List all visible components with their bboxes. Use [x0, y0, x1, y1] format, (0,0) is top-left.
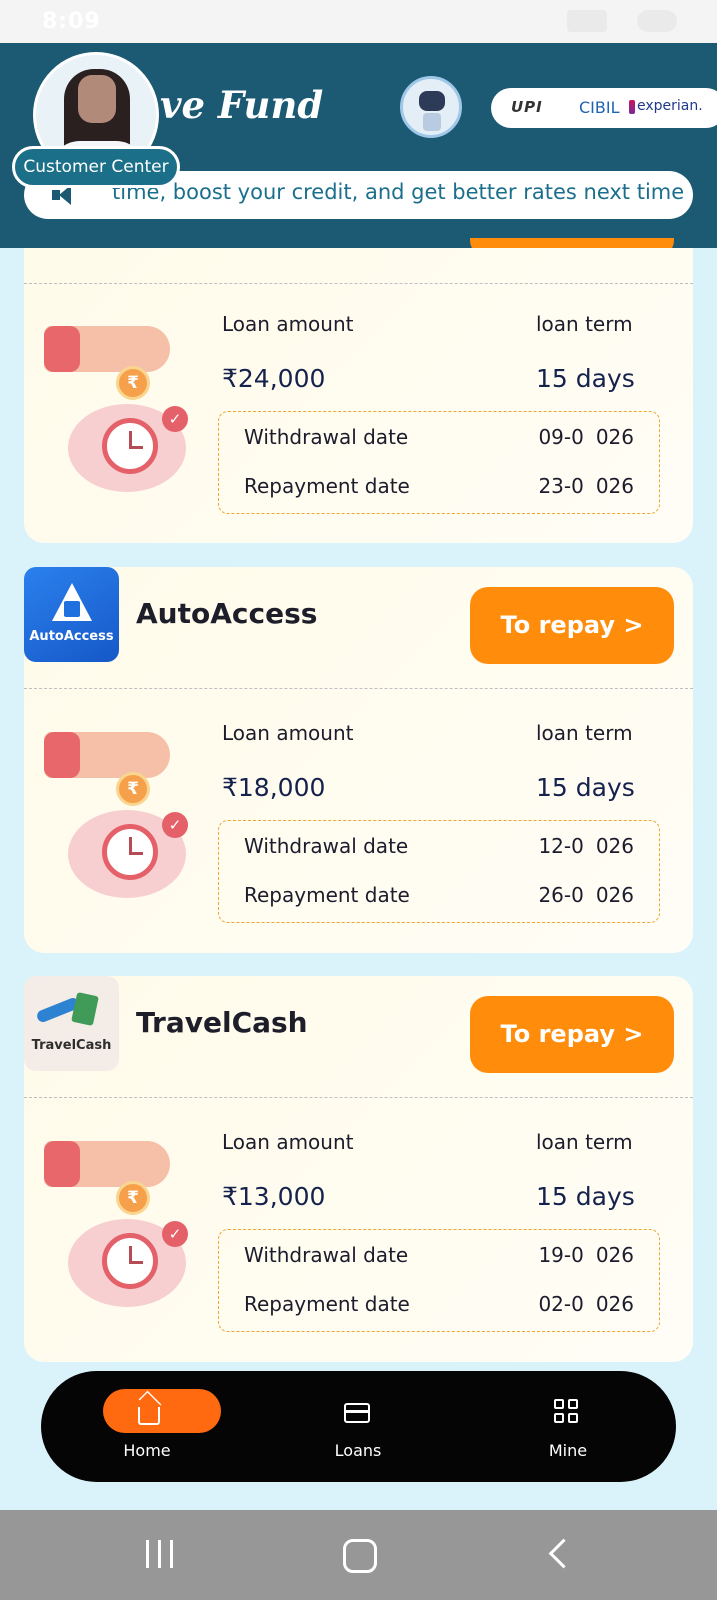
autoaccess-mark-icon — [46, 581, 98, 625]
withdrawal-date-label: Withdrawal date — [244, 425, 409, 449]
status-icons — [567, 10, 677, 32]
nav-label-home: Home — [123, 1441, 171, 1460]
loan-amount-value: ₹13,000 — [222, 1182, 326, 1211]
card-divider — [24, 283, 693, 284]
check-icon: ✓ — [162, 812, 188, 838]
clock-icon — [102, 824, 158, 880]
loan-term-label: loan term — [536, 721, 633, 745]
home-icon — [138, 1407, 160, 1425]
cibil-logo: CIBIL — [579, 98, 620, 117]
loan-amount-label: Loan amount — [222, 1130, 354, 1154]
recents-button[interactable] — [115, 1510, 205, 1600]
robot-assistant-icon[interactable] — [400, 76, 462, 138]
piggy-bank-illustration: ₹ ✓ — [44, 732, 204, 902]
system-navigation-bar — [0, 1510, 717, 1600]
loan-term-value: 15 days — [536, 773, 635, 802]
marquee-text: time, boost your credit, and get better … — [112, 180, 685, 204]
card-header: AutoAccess AutoAccess To repay > — [24, 567, 693, 689]
withdrawal-date-label: Withdrawal date — [244, 1243, 409, 1267]
loan-card: ₹ ✓ Loan amount loan term ₹24,000 15 day… — [24, 248, 693, 543]
loan-term-label: loan term — [536, 312, 633, 336]
withdrawal-date-value: 12-0 026 — [538, 834, 634, 858]
piggy-bank-illustration: ₹ ✓ — [44, 1141, 204, 1311]
partner-logos: UPI CIBIL experian. — [491, 88, 717, 128]
nav-item-loans[interactable]: Loans — [268, 1371, 448, 1482]
lender-name: TravelCash — [136, 1006, 308, 1039]
loan-amount-value: ₹24,000 — [222, 364, 326, 393]
check-icon: ✓ — [162, 1221, 188, 1247]
back-button[interactable] — [513, 1510, 603, 1600]
repayment-date-label: Repayment date — [244, 883, 410, 907]
plane-money-icon — [36, 994, 106, 1034]
piggy-bank-illustration: ₹ ✓ — [44, 326, 204, 496]
upi-logo: UPI — [511, 98, 543, 116]
withdrawal-date-value: 19-0 026 — [538, 1243, 634, 1267]
clock-icon — [102, 418, 158, 474]
lender-name: AutoAccess — [136, 597, 318, 630]
bottom-navigation: Home Loans Mine — [41, 1371, 676, 1482]
nav-item-mine[interactable]: Mine — [478, 1371, 658, 1482]
battery-icon — [637, 10, 677, 32]
loan-term-value: 15 days — [536, 1182, 635, 1211]
hand-graphic — [44, 732, 170, 778]
dates-box: Withdrawal date 19-0 026 Repayment date … — [218, 1229, 660, 1332]
check-icon: ✓ — [162, 406, 188, 432]
loan-card: TravelCash TravelCash To repay > ₹ ✓ Loa… — [24, 976, 693, 1362]
card-icon — [344, 1403, 370, 1423]
repay-button[interactable]: To repay > — [470, 996, 674, 1073]
signal-icon — [567, 10, 607, 32]
loan-amount-label: Loan amount — [222, 312, 354, 336]
rupee-coin-icon: ₹ — [116, 1181, 150, 1215]
speaker-icon — [52, 185, 74, 205]
hand-graphic — [44, 1141, 170, 1187]
status-bar: 8:09 — [0, 0, 717, 43]
loan-card: AutoAccess AutoAccess To repay > ₹ ✓ Loa… — [24, 567, 693, 953]
grid-icon — [554, 1399, 580, 1425]
app-title: ve Fund — [160, 83, 324, 127]
status-time: 8:09 — [42, 9, 101, 34]
repayment-date-value: 23-0 026 — [538, 474, 634, 498]
withdrawal-date-value: 09-0 026 — [538, 425, 634, 449]
rupee-coin-icon: ₹ — [116, 366, 150, 400]
rupee-coin-icon: ₹ — [116, 772, 150, 806]
loan-term-label: loan term — [536, 1130, 633, 1154]
travelcash-logo: TravelCash — [24, 976, 119, 1071]
repay-button[interactable]: To repay > — [470, 587, 674, 664]
withdrawal-date-label: Withdrawal date — [244, 834, 409, 858]
autoaccess-logo: AutoAccess — [24, 567, 119, 662]
nav-label-loans: Loans — [334, 1441, 382, 1460]
loan-amount-label: Loan amount — [222, 721, 354, 745]
loan-term-value: 15 days — [536, 364, 635, 393]
clock-icon — [102, 1233, 158, 1289]
card-header: TravelCash TravelCash To repay > — [24, 976, 693, 1098]
experian-logo: experian. — [629, 98, 703, 114]
hand-graphic — [44, 326, 170, 372]
customer-center-button[interactable]: Customer Center — [12, 146, 180, 188]
repayment-date-value: 02-0 026 — [538, 1292, 634, 1316]
dates-box: Withdrawal date 09-0 026 Repayment date … — [218, 411, 660, 514]
repayment-date-value: 26-0 026 — [538, 883, 634, 907]
nav-label-mine: Mine — [548, 1441, 588, 1460]
nav-item-home[interactable]: Home — [57, 1371, 237, 1482]
loan-amount-value: ₹18,000 — [222, 773, 326, 802]
nav-active-pill — [103, 1389, 221, 1433]
repayment-date-label: Repayment date — [244, 1292, 410, 1316]
system-home-button[interactable] — [313, 1510, 403, 1600]
dates-box: Withdrawal date 12-0 026 Repayment date … — [218, 820, 660, 923]
repayment-date-label: Repayment date — [244, 474, 410, 498]
